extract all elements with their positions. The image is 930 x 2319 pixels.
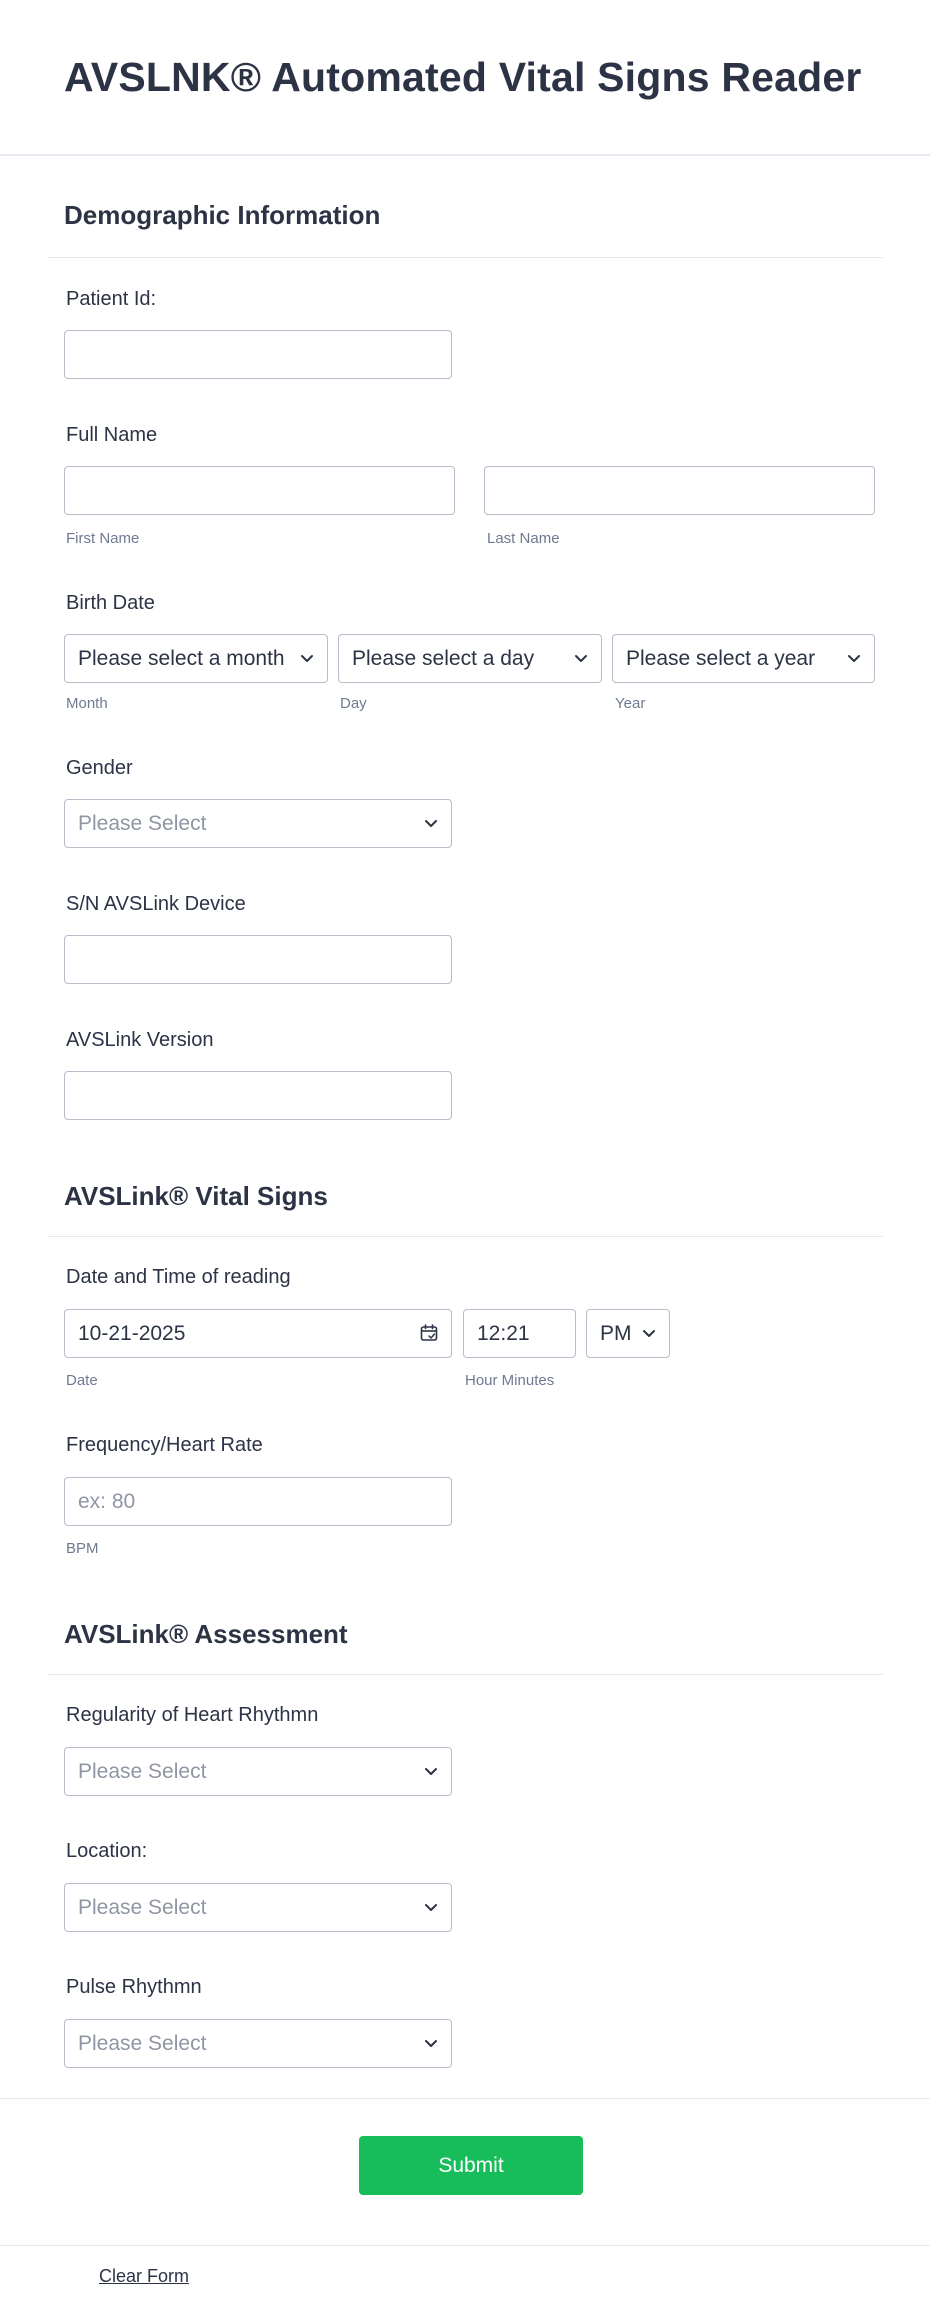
- chevron-down-icon: [425, 1904, 437, 1911]
- birth-day-select[interactable]: Please select a day: [338, 634, 602, 683]
- last-name-sublabel: Last Name: [487, 530, 560, 547]
- birth-month-select[interactable]: Please select a month: [64, 634, 328, 683]
- gender-placeholder: Please Select: [78, 812, 207, 835]
- serial-label: S/N AVSLink Device: [66, 893, 246, 915]
- submit-button[interactable]: Submit: [359, 2136, 583, 2195]
- regularity-select[interactable]: Please Select: [64, 1747, 452, 1796]
- footer-divider: [0, 2245, 930, 2246]
- section-divider: [47, 1236, 883, 1237]
- ampm-value: PM: [600, 1322, 632, 1345]
- chevron-down-icon: [301, 655, 313, 662]
- chevron-down-icon: [425, 2040, 437, 2047]
- chevron-down-icon: [643, 1330, 655, 1337]
- version-label: AVSLink Version: [66, 1029, 214, 1051]
- last-name-input[interactable]: [484, 466, 875, 515]
- chevron-down-icon: [848, 655, 860, 662]
- pulse-select[interactable]: Please Select: [64, 2019, 452, 2068]
- form-title: AVSLNK® Automated Vital Signs Reader: [64, 54, 862, 100]
- calendar-icon[interactable]: [419, 1323, 439, 1343]
- full-name-label: Full Name: [66, 424, 158, 446]
- heart-rate-placeholder: ex: 80: [78, 1490, 136, 1513]
- regularity-label: Regularity of Heart Rhythmn: [66, 1704, 319, 1726]
- footer-divider: [0, 2098, 930, 2099]
- time-input[interactable]: 12:21: [463, 1309, 576, 1358]
- heart-rate-input[interactable]: ex: 80: [64, 1477, 452, 1526]
- section-title-vital-signs: AVSLink® Vital Signs: [64, 1181, 328, 1211]
- patient-id-label: Patient Id:: [66, 288, 157, 310]
- patient-id-input[interactable]: [64, 330, 452, 379]
- section-divider: [47, 257, 883, 258]
- section-title-assessment: AVSLink® Assessment: [64, 1619, 348, 1649]
- form-page: AVSLNK® Automated Vital Signs Reader Dem…: [0, 0, 930, 2319]
- ampm-select[interactable]: PM: [586, 1309, 670, 1358]
- location-placeholder: Please Select: [78, 1896, 207, 1919]
- regularity-placeholder: Please Select: [78, 1760, 207, 1783]
- location-label: Location:: [66, 1840, 148, 1862]
- pulse-placeholder: Please Select: [78, 2032, 207, 2055]
- birth-month-sublabel: Month: [66, 695, 108, 712]
- location-select[interactable]: Please Select: [64, 1883, 452, 1932]
- date-value: 10-21-2025: [78, 1322, 186, 1345]
- gender-select[interactable]: Please Select: [64, 799, 452, 848]
- datetime-label: Date and Time of reading: [66, 1266, 291, 1288]
- heart-rate-label: Frequency/Heart Rate: [66, 1434, 263, 1456]
- time-sublabel: Hour Minutes: [465, 1372, 555, 1389]
- section-divider: [47, 1674, 883, 1675]
- birth-month-value: Please select a month: [78, 647, 285, 670]
- form-header: AVSLNK® Automated Vital Signs Reader: [0, 0, 930, 156]
- clear-form-link[interactable]: Clear Form: [99, 2266, 189, 2287]
- version-input[interactable]: [64, 1071, 452, 1120]
- birth-date-label: Birth Date: [66, 592, 155, 614]
- gender-label: Gender: [66, 757, 133, 779]
- birth-year-sublabel: Year: [615, 695, 646, 712]
- section-title-demographic: Demographic Information: [64, 200, 381, 230]
- birth-year-select[interactable]: Please select a year: [612, 634, 875, 683]
- first-name-input[interactable]: [64, 466, 455, 515]
- birth-day-value: Please select a day: [352, 647, 535, 670]
- date-input[interactable]: 10-21-2025: [64, 1309, 452, 1358]
- birth-year-value: Please select a year: [626, 647, 816, 670]
- pulse-label: Pulse Rhythmn: [66, 1976, 202, 1998]
- heart-rate-sublabel: BPM: [66, 1540, 99, 1557]
- date-sublabel: Date: [66, 1372, 98, 1389]
- time-value: 12:21: [477, 1322, 530, 1345]
- first-name-sublabel: First Name: [66, 530, 140, 547]
- chevron-down-icon: [425, 1768, 437, 1775]
- birth-day-sublabel: Day: [340, 695, 367, 712]
- chevron-down-icon: [425, 820, 437, 827]
- serial-input[interactable]: [64, 935, 452, 984]
- chevron-down-icon: [575, 655, 587, 662]
